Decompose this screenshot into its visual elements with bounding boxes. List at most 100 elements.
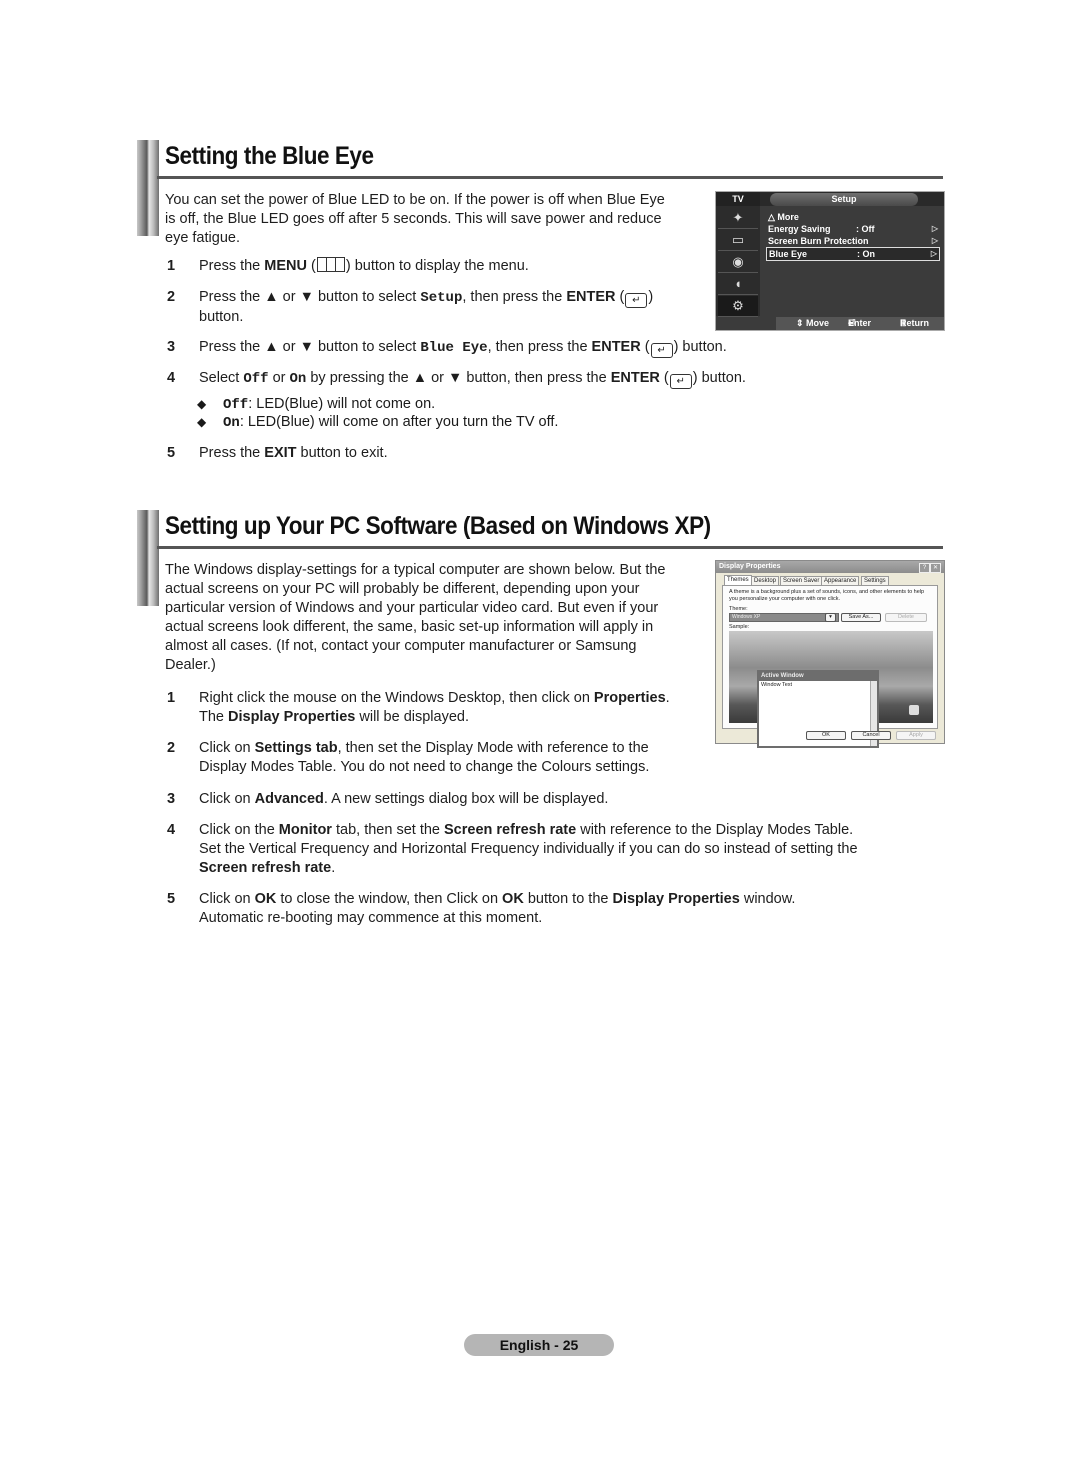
sample-preview: Active Window Window Text bbox=[729, 631, 933, 748]
section-marker-bar bbox=[137, 140, 159, 236]
close-icon: ✕ bbox=[930, 563, 941, 573]
tab-screen-saver: Screen Saver bbox=[780, 576, 823, 585]
intro-paragraph: The Windows display-settings for a typic… bbox=[165, 561, 705, 675]
ui-term: OK bbox=[502, 891, 524, 907]
text: to close the window, then Click on bbox=[276, 891, 503, 907]
text: , then press the bbox=[462, 289, 567, 305]
sound-icon: ▭ bbox=[718, 230, 758, 251]
help-icon: ? bbox=[919, 563, 930, 573]
osd-menu-list: △ More Energy Saving : Off ▷ Screen Burn P… bbox=[766, 211, 940, 261]
menu-item-label: Blue Eye bbox=[769, 249, 808, 259]
text: with reference to the Display Modes Tabl… bbox=[576, 822, 854, 838]
intro-paragraph: You can set the power of Blue LED to be … bbox=[165, 191, 705, 248]
text: : LED(Blue) will come on after you turn … bbox=[239, 414, 559, 430]
step-number: 5 bbox=[167, 445, 176, 461]
intro-line: particular version of Windows and your p… bbox=[165, 600, 659, 616]
bullet-text: Off: LED(Blue) will not come on. bbox=[223, 395, 435, 415]
input-icon: ◖ bbox=[718, 274, 758, 295]
step-text: Click on Advanced. A new settings dialog… bbox=[199, 790, 608, 809]
enter-icon: ↵ bbox=[625, 293, 648, 308]
ui-term: Screen refresh rate bbox=[444, 822, 577, 838]
step-number: 4 bbox=[167, 822, 176, 838]
menu-term: On bbox=[223, 415, 240, 431]
ok-button: OK bbox=[806, 731, 846, 740]
text: Press the ▲ or ▼ button to select bbox=[199, 339, 421, 355]
tv-setup-menu-screenshot: TV Setup ✦ ▭ ◉ ◖ ⚙ △ More Energy Saving:… bbox=[715, 191, 945, 331]
section-heading: Setting up Your PC Software (Based on Wi… bbox=[165, 512, 711, 540]
menu-term: On bbox=[289, 371, 307, 387]
menu-item-more: △ More bbox=[766, 211, 940, 223]
themes-panel: A theme is a background plus a set of so… bbox=[722, 585, 938, 748]
text: tab, then set the bbox=[331, 822, 445, 838]
picture-icon: ✦ bbox=[718, 208, 758, 229]
sample-label: Sample: bbox=[729, 624, 750, 630]
source-label: TV bbox=[716, 192, 760, 206]
step-text: Press the EXIT button to exit. bbox=[199, 444, 388, 463]
menu-item-label: Energy Saving bbox=[768, 224, 831, 234]
section-heading: Setting the Blue Eye bbox=[165, 142, 374, 170]
tab-desktop: Desktop bbox=[751, 576, 780, 585]
text: by pressing the ▲ or ▼ button, then pres… bbox=[306, 370, 611, 386]
display-properties-screenshot: Display Properties ? ✕ Themes Desktop Sc… bbox=[715, 560, 945, 748]
text: Right click the mouse on the Windows Des… bbox=[199, 690, 594, 706]
text: window. bbox=[739, 891, 796, 907]
delete-button: Delete bbox=[885, 613, 927, 622]
text: . bbox=[331, 860, 336, 876]
tab-themes: Themes bbox=[724, 575, 752, 585]
step-number: 4 bbox=[167, 370, 176, 386]
text: The bbox=[199, 709, 229, 725]
diamond-bullet-icon: ◆ bbox=[197, 397, 207, 411]
text: Set the Vertical Frequency and Horizonta… bbox=[199, 841, 858, 857]
key-name: ENTER bbox=[610, 370, 660, 386]
text: Press the bbox=[199, 445, 265, 461]
dialog-title: Display Properties bbox=[719, 563, 781, 570]
text: Press the ▲ or ▼ button to select bbox=[199, 289, 421, 305]
menu-item-value: : Off bbox=[856, 224, 875, 234]
enter-icon: ↵ bbox=[650, 343, 673, 358]
text: button to the bbox=[523, 891, 613, 907]
step-text: Press the MENU () button to display the … bbox=[199, 257, 529, 276]
enter-icon: ↵ bbox=[669, 374, 692, 389]
step-text: Press the ▲ or ▼ button to select Blue E… bbox=[199, 339, 727, 358]
key-name: EXIT bbox=[264, 445, 297, 461]
arrow-right-icon: ▷ bbox=[930, 249, 937, 258]
menu-item-label: △ More bbox=[768, 212, 799, 222]
window-text: Window Text bbox=[761, 682, 793, 688]
text: ) button to display the menu. bbox=[345, 258, 529, 274]
tab-settings: Settings bbox=[861, 576, 889, 585]
intro-line: actual screens on your PC will probably … bbox=[165, 581, 640, 597]
text: or bbox=[268, 370, 290, 386]
intro-line: eye fatigue. bbox=[165, 230, 240, 246]
chevron-down-icon: ▾ bbox=[825, 613, 836, 622]
page-number-label: English - 25 bbox=[464, 1334, 614, 1356]
text: Click on bbox=[199, 740, 255, 756]
arrow-right-icon: ▷ bbox=[931, 236, 938, 245]
bullet-text: On: LED(Blue) will come on after you tur… bbox=[223, 413, 558, 433]
menu-item-screen-burn: Screen Burn Protection ▷ bbox=[766, 235, 940, 247]
menu-title: Setup bbox=[770, 193, 918, 206]
text: , then set the Display Mode with referen… bbox=[337, 740, 649, 756]
step-number: 3 bbox=[167, 339, 176, 355]
heading-rule bbox=[157, 546, 943, 549]
text: Press the bbox=[199, 258, 265, 274]
section-marker-bar bbox=[137, 510, 159, 606]
menu-icon bbox=[316, 257, 345, 272]
intro-line: almost all cases. (If not, contact your … bbox=[165, 638, 637, 654]
text: Automatic re-booting may commence at thi… bbox=[199, 910, 543, 926]
ui-term: Display Properties bbox=[228, 709, 356, 725]
text: ) button. bbox=[692, 370, 746, 386]
menu-term: Setup bbox=[420, 290, 463, 306]
menu-term: Off bbox=[243, 371, 269, 387]
menu-term: Off bbox=[223, 397, 249, 413]
ui-term: Screen refresh rate bbox=[199, 860, 332, 876]
channel-icon: ◉ bbox=[718, 252, 758, 273]
text: Display Modes Table. You do not need to … bbox=[199, 759, 650, 775]
ui-term: Settings tab bbox=[254, 740, 338, 756]
tab-appearance: Appearance bbox=[821, 576, 860, 585]
key-name: ENTER bbox=[591, 339, 641, 355]
move-hint: ⇕ Move bbox=[796, 318, 830, 328]
menu-item-label: Screen Burn Protection bbox=[768, 236, 869, 246]
text: will be displayed. bbox=[355, 709, 469, 725]
menu-term: Blue Eye bbox=[420, 340, 488, 356]
theme-select: Windows XP bbox=[729, 613, 839, 622]
